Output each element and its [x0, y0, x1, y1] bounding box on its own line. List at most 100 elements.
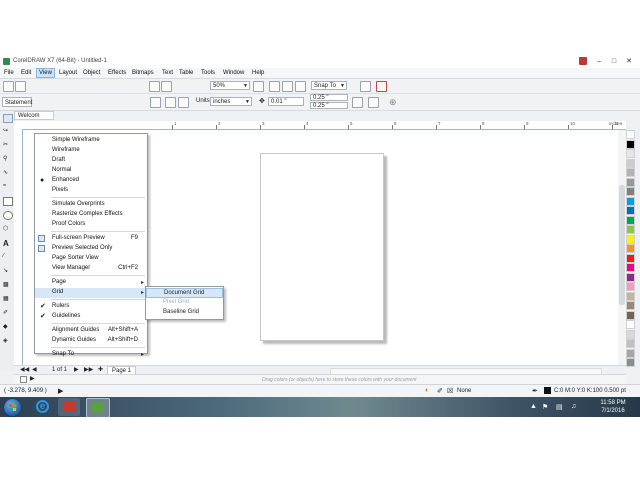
- first-page-button[interactable]: ◀◀: [20, 366, 29, 374]
- menu-bitmaps[interactable]: Bitmaps: [130, 69, 156, 77]
- menu-window[interactable]: Window: [221, 69, 246, 77]
- smart-fill-icon[interactable]: ◈: [3, 337, 11, 344]
- menu-file[interactable]: File: [2, 69, 16, 77]
- statement-dropdown[interactable]: Statement: [2, 97, 32, 107]
- interactive-fill-icon[interactable]: ◆: [3, 323, 11, 330]
- application-launcher-icon[interactable]: [376, 81, 387, 92]
- taskbar-clock[interactable]: 11:58 PM 7/1/2016: [590, 399, 636, 415]
- vertical-scrollbar[interactable]: [618, 130, 626, 365]
- tray-arrow-icon[interactable]: ▲: [530, 403, 537, 410]
- options-icon[interactable]: [360, 81, 371, 92]
- menu-layout[interactable]: Layout: [57, 69, 79, 77]
- eyedropper-status-icon[interactable]: ✐: [437, 387, 443, 395]
- view-menu-item-wireframe[interactable]: Wireframe: [35, 146, 147, 156]
- vertical-ruler[interactable]: [14, 129, 23, 365]
- full-screen-icon[interactable]: [253, 81, 264, 92]
- menu-effects[interactable]: Effects: [106, 69, 128, 77]
- all-pages-icon[interactable]: [165, 97, 176, 108]
- status-play-icon[interactable]: ▶: [58, 387, 63, 395]
- next-page-button[interactable]: ▶: [74, 366, 79, 374]
- pick-tool-icon[interactable]: [3, 114, 13, 123]
- nudge-distance-input[interactable]: 0.01 ": [268, 97, 304, 106]
- view-menu-item-draft[interactable]: Draft: [35, 156, 147, 166]
- palette-swatch[interactable]: [626, 168, 635, 177]
- view-menu-item-page[interactable]: Page ▸: [35, 278, 147, 288]
- palette-swatch[interactable]: [626, 215, 635, 225]
- units-combo[interactable]: inches ▼: [210, 97, 252, 106]
- snap-position-icon[interactable]: [368, 97, 379, 108]
- palette-swatch[interactable]: [626, 196, 635, 206]
- minimize-button[interactable]: –: [592, 57, 606, 66]
- duplicate-x-input[interactable]: 0.25 ": [310, 94, 348, 101]
- palette-swatch[interactable]: [626, 187, 635, 196]
- palette-swatch[interactable]: [626, 339, 635, 348]
- no-color-swatch[interactable]: [20, 376, 27, 383]
- duplicate-y-input[interactable]: 0.25 ": [310, 102, 348, 109]
- last-page-button[interactable]: ▶▶: [84, 366, 93, 374]
- grid-submenu-item-document-grid[interactable]: Document Grid: [146, 288, 223, 298]
- palette-swatch[interactable]: [626, 301, 635, 310]
- palette-swatch[interactable]: [626, 158, 635, 168]
- maximize-button[interactable]: □: [607, 57, 621, 66]
- rulers-toggle-icon[interactable]: [269, 81, 280, 92]
- menu-tools[interactable]: Tools: [199, 69, 217, 77]
- view-menu-item-simple-wireframe[interactable]: Simple Wireframe: [35, 136, 147, 146]
- palette-swatch[interactable]: [626, 139, 635, 149]
- crosshair-icon[interactable]: ⊕: [389, 97, 397, 108]
- grid-submenu-item-baseline-grid[interactable]: Baseline Grid: [146, 308, 223, 318]
- ellipse-tool-icon[interactable]: [3, 211, 13, 220]
- transparency-icon[interactable]: ▦: [3, 295, 11, 302]
- palette-swatch[interactable]: [626, 244, 635, 253]
- view-menu-item-proof-colors[interactable]: Proof Colors: [35, 220, 147, 230]
- vertical-scroll-thumb[interactable]: [619, 185, 625, 305]
- view-menu-item-page-sorter-view[interactable]: Page Sorter View: [35, 254, 147, 264]
- menu-help[interactable]: Help: [250, 69, 266, 77]
- menu-table[interactable]: Table: [177, 69, 195, 77]
- menu-text[interactable]: Text: [160, 69, 175, 77]
- grid-toggle-icon[interactable]: [282, 81, 293, 92]
- palette-swatch[interactable]: [626, 348, 635, 358]
- menu-view[interactable]: View: [36, 68, 55, 78]
- fill-icon[interactable]: ◐: [425, 387, 429, 394]
- object-origin-icon[interactable]: [352, 97, 363, 108]
- rectangle-tool-icon[interactable]: [3, 197, 13, 206]
- volume-icon[interactable]: ♫: [571, 403, 576, 410]
- view-menu-item-rasterize-complex-effects[interactable]: Rasterize Complex Effects: [35, 210, 147, 220]
- text-tool-icon[interactable]: A: [3, 239, 11, 248]
- guidelines-toggle-icon[interactable]: [295, 81, 306, 92]
- palette-swatch[interactable]: [626, 253, 635, 263]
- shape-tool-icon[interactable]: ↪: [3, 127, 11, 134]
- drop-shadow-icon[interactable]: ▩: [3, 281, 11, 288]
- palette-swatch[interactable]: [626, 320, 635, 329]
- previous-page-button[interactable]: ◀: [32, 366, 37, 374]
- document-palette-arrow-icon[interactable]: ▶: [30, 375, 35, 382]
- palette-swatch[interactable]: [626, 329, 635, 339]
- palette-swatch[interactable]: [626, 263, 635, 272]
- zoom-tool-icon[interactable]: ⚲: [3, 155, 11, 162]
- view-menu-item-simulate-overprints[interactable]: Simulate Overprints: [35, 200, 147, 210]
- internet-explorer-task[interactable]: e: [32, 398, 54, 416]
- view-menu-item-enhanced[interactable]: ● Enhanced: [35, 176, 147, 186]
- page-sheet[interactable]: [260, 153, 384, 341]
- palette-swatch[interactable]: [626, 149, 635, 158]
- view-menu-item-alignment-guides[interactable]: Alignment Guides Alt+Shift+A: [35, 326, 147, 336]
- palette-swatch[interactable]: [626, 234, 635, 244]
- view-menu-item-preview-selected-only[interactable]: Preview Selected Only: [35, 244, 147, 254]
- palette-swatch[interactable]: [626, 291, 635, 301]
- export-icon[interactable]: [149, 81, 160, 92]
- polygon-tool-icon[interactable]: ⬡: [3, 225, 11, 232]
- menu-object[interactable]: Object: [81, 69, 102, 77]
- new-document-icon[interactable]: [3, 81, 14, 92]
- close-button[interactable]: ✕: [622, 57, 636, 66]
- coreldraw-task-green[interactable]: [86, 398, 110, 418]
- current-page-icon[interactable]: [178, 97, 189, 108]
- view-menu-item-snap-to[interactable]: Snap To ▸: [35, 350, 147, 360]
- view-menu-item-grid[interactable]: Grid ▸: [35, 288, 147, 298]
- menu-edit[interactable]: Edit: [19, 69, 33, 77]
- eyedropper-icon[interactable]: ✐: [3, 309, 11, 316]
- palette-swatch[interactable]: [626, 272, 635, 282]
- user-icon[interactable]: [579, 57, 587, 65]
- palette-swatch[interactable]: [626, 206, 635, 215]
- launcher-icon[interactable]: [161, 81, 172, 92]
- view-menu-item-guidelines[interactable]: ✔ Guidelines: [35, 312, 147, 322]
